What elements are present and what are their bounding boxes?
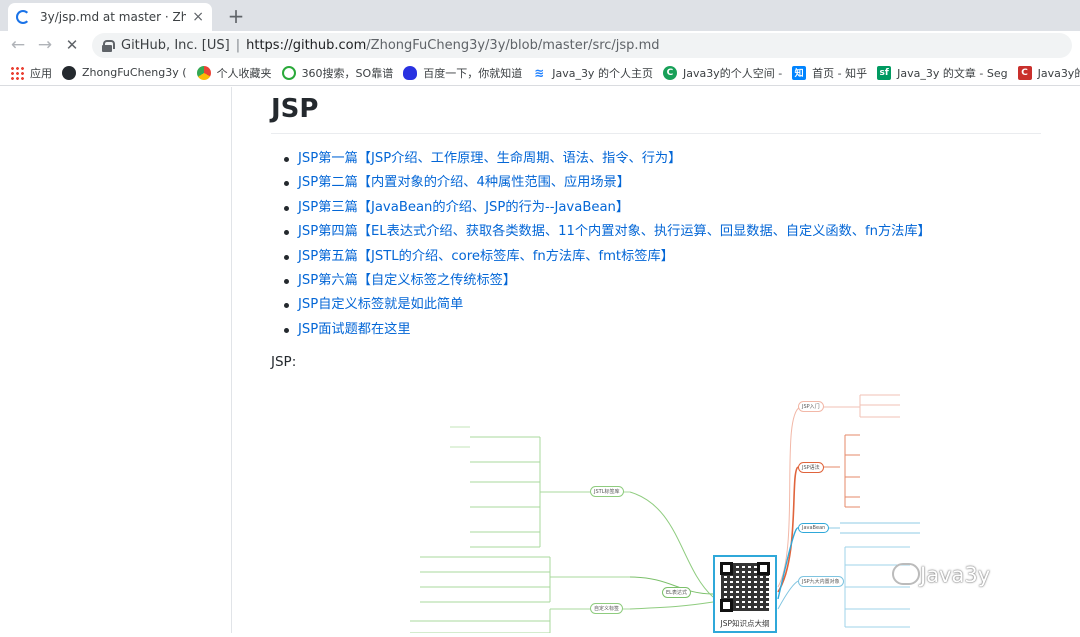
mindmap-node: 自定义标签 (590, 603, 624, 614)
jsp-mindmap-image: JSP入门 JSP语法 JavaBean JSP九大内置对象 EL表达式 JST… (300, 387, 1070, 634)
apps-grid-icon (10, 65, 24, 80)
bookmark-favorites[interactable]: 个人收藏夹 (196, 65, 272, 81)
article-link[interactable]: JSP第二篇【内置对象的介绍、4种属性范围、应用场景】 (282, 171, 1041, 195)
bookmark-label: ZhongFuCheng3y ( (82, 66, 187, 79)
bookmark-csdn[interactable]: C Java3y的 (1017, 65, 1080, 81)
article-link-list: JSP第一篇【JSP介绍、工作原理、生命周期、语法、指令、行为】 JSP第二篇【… (271, 147, 1041, 342)
article-link[interactable]: JSP第六篇【自定义标签之传统标签】 (282, 269, 1041, 293)
article-link[interactable]: JSP面试题都在这里 (282, 318, 1041, 342)
bookmark-label: Java_3y 的个人主页 (552, 66, 653, 80)
mindmap-node: JSP入门 (798, 401, 824, 412)
article-link[interactable]: JSP第三篇【JavaBean的介绍、JSP的行为--JavaBean】 (282, 196, 1041, 220)
wechat-watermark-icon (892, 563, 920, 585)
bookmarks-bar: 应用 ZhongFuCheng3y ( 个人收藏夹 360搜索，SO靠谱 百度一… (0, 60, 1080, 86)
mindmap-node: JSP九大内置对象 (798, 576, 844, 587)
bookmark-segmentfault[interactable]: sf Java_3y 的文章 - Seg (877, 65, 1008, 81)
sf-icon: sf (877, 65, 892, 80)
address-bar[interactable]: GitHub, Inc. [US] | https://github.com/Z… (92, 33, 1072, 58)
qr-finder-icon (720, 562, 733, 575)
qr-finder-icon (720, 599, 733, 612)
github-icon (62, 65, 76, 80)
chrome-icon (196, 65, 211, 80)
bookmark-zhihu[interactable]: 知 首页 - 知乎 (792, 65, 867, 81)
mindmap-node: JSP语法 (798, 462, 824, 473)
bookmark-label: Java_3y 的文章 - Seg (897, 66, 1008, 80)
lock-icon[interactable] (102, 39, 115, 52)
bookmark-bilibili-space[interactable]: C Java3y的个人空间 - (662, 65, 783, 81)
title-divider (271, 133, 1041, 134)
article-link[interactable]: JSP第五篇【JSTL的介绍、core标签库、fn方法库、fmt标签库】 (282, 245, 1041, 269)
bookmark-label: 应用 (30, 66, 52, 80)
url-separator: | (235, 38, 241, 53)
juejin-icon: ≋ (534, 65, 545, 80)
zhihu-icon: 知 (792, 65, 807, 80)
url-path: /ZhongFuCheng3y/3y/blob/master/src/jsp.m… (366, 38, 660, 53)
mindmap-node: JSTL标签库 (590, 486, 624, 497)
baidu-icon (403, 65, 418, 80)
search-360-icon (281, 65, 296, 80)
site-identity: GitHub, Inc. [US] (121, 38, 230, 53)
csdn-icon: C (1017, 65, 1032, 80)
bookmark-360-search[interactable]: 360搜索，SO靠谱 (281, 65, 394, 81)
bookmark-label: 个人收藏夹 (216, 66, 272, 80)
bookmark-github[interactable]: ZhongFuCheng3y ( (62, 65, 187, 80)
tab-strip: 3y/jsp.md at master · ZhongFu × + (0, 0, 1080, 31)
browser-toolbar: ← → ✕ GitHub, Inc. [US] | https://github… (0, 31, 1080, 60)
close-tab-icon[interactable]: × (192, 9, 204, 25)
sidebar-divider (231, 87, 232, 633)
back-button[interactable]: ← (8, 34, 28, 56)
markdown-body: JSP JSP第一篇【JSP介绍、工作原理、生命周期、语法、指令、行为】 JSP… (271, 87, 1041, 370)
article-link[interactable]: JSP第一篇【JSP介绍、工作原理、生命周期、语法、指令、行为】 (282, 147, 1041, 171)
forward-button[interactable]: → (35, 34, 55, 56)
bookmark-label: 首页 - 知乎 (812, 66, 868, 80)
bookmark-label: Java3y的个人空间 - (682, 66, 783, 80)
browser-tab[interactable]: 3y/jsp.md at master · ZhongFu × (8, 3, 212, 31)
section-label: JSP: (271, 354, 297, 371)
article-link[interactable]: JSP自定义标签就是如此简单 (282, 293, 1041, 317)
c-logo-icon: C (662, 65, 677, 80)
bookmark-label: 百度一下，你就知道 (423, 66, 523, 80)
qr-finder-icon (757, 562, 770, 575)
bookmark-label: 360搜索，SO靠谱 (301, 66, 394, 80)
url-host: https://github.com (246, 38, 367, 53)
bookmark-apps[interactable]: 应用 (10, 65, 52, 81)
mindmap-center-label: JSP知识点大纲 (720, 619, 770, 628)
article-link[interactable]: JSP第四篇【EL表达式介绍、获取各类数据、11个内置对象、执行运算、回显数据、… (282, 220, 1041, 244)
loading-spinner-icon (16, 10, 30, 24)
watermark-text: Java3y (920, 563, 991, 587)
mindmap-node: JavaBean (798, 523, 830, 533)
mindmap-node: EL表达式 (662, 587, 691, 598)
mindmap-center-node: JSP知识点大纲 (713, 555, 777, 633)
bookmark-baidu[interactable]: 百度一下，你就知道 (403, 65, 522, 81)
bookmark-label: Java3y的 (1037, 66, 1080, 80)
page-viewport[interactable]: JSP JSP第一篇【JSP介绍、工作原理、生命周期、语法、指令、行为】 JSP… (0, 87, 1080, 634)
new-tab-button[interactable]: + (224, 4, 248, 28)
page-title: JSP (271, 94, 319, 124)
stop-loading-button[interactable]: ✕ (62, 34, 82, 56)
bookmark-juejin[interactable]: ≋ Java_3y 的个人主页 (532, 65, 653, 81)
tab-title: 3y/jsp.md at master · ZhongFu (40, 10, 187, 24)
